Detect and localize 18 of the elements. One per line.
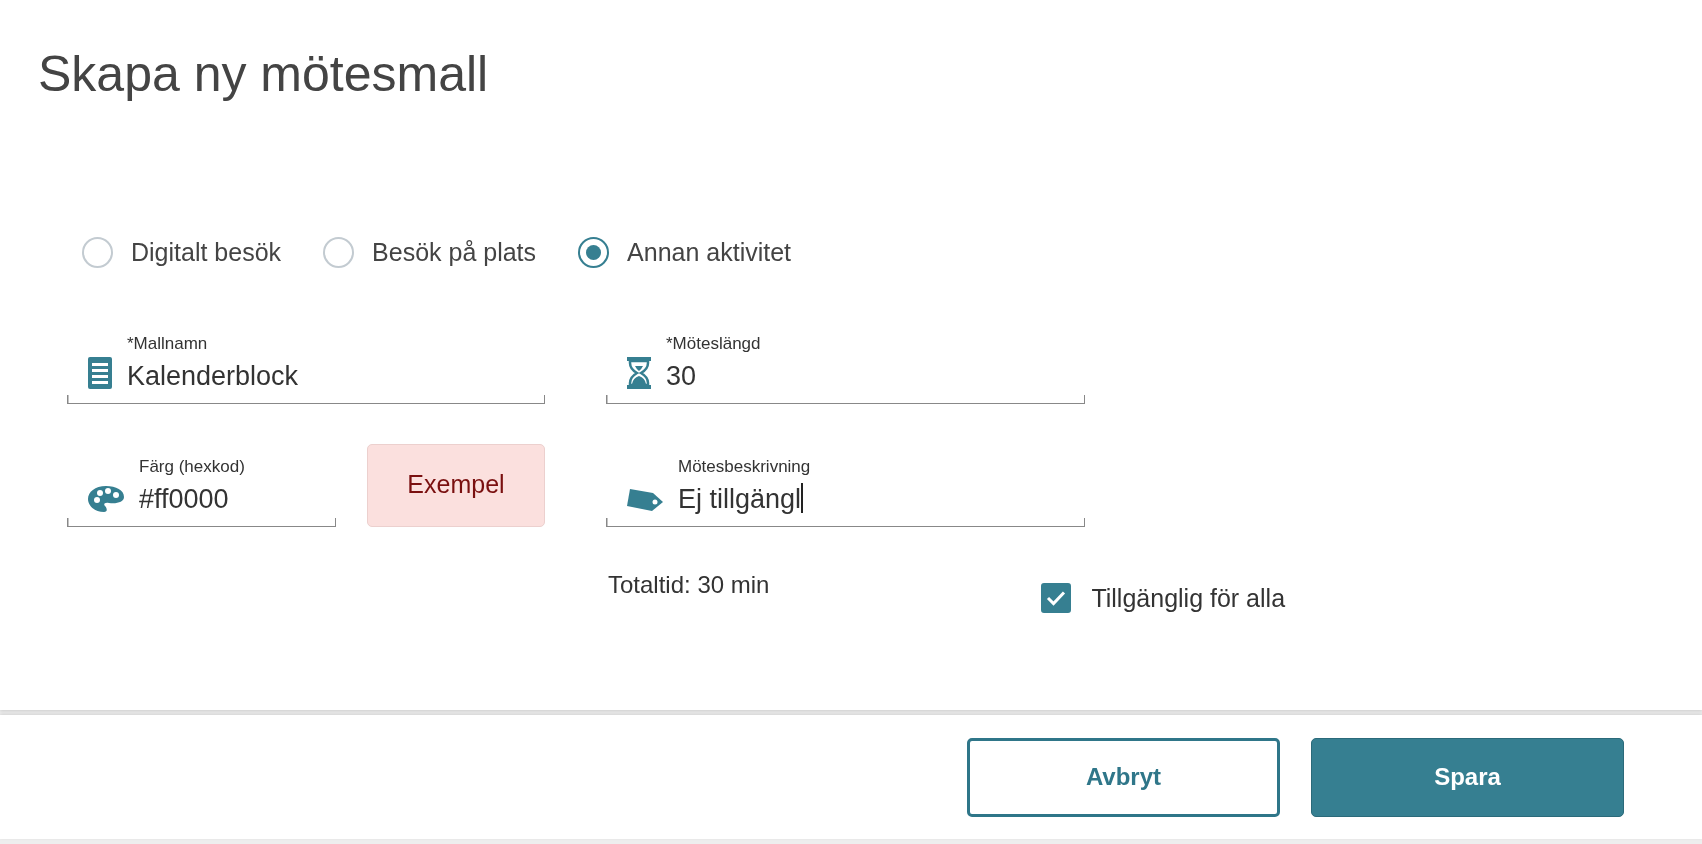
- total-time-text: Totaltid: 30 min: [608, 569, 770, 600]
- radio-option[interactable]: Digitalt besök: [82, 234, 282, 272]
- field-label: Färg (hexkod): [139, 455, 245, 478]
- save-button[interactable]: Spara: [1311, 737, 1624, 817]
- available-checkbox[interactable]: Tillgänglig för alla: [1041, 579, 1286, 617]
- tag-icon: [627, 488, 663, 511]
- hourglass-icon: [627, 356, 651, 389]
- radio-option[interactable]: Annan aktivitet: [578, 234, 792, 272]
- radio-option[interactable]: Besök på plats: [323, 234, 537, 272]
- field-label: *Möteslängd: [666, 332, 761, 355]
- color-preview: Exempel: [367, 443, 545, 527]
- document-icon: [88, 356, 112, 389]
- field-label: Mötesbeskrivning: [678, 455, 811, 478]
- page-title: Skapa ny mötesmall: [38, 45, 490, 104]
- check-icon: [1046, 590, 1067, 607]
- cancel-button[interactable]: Avbryt: [967, 737, 1280, 817]
- palette-icon: [88, 485, 124, 512]
- field-label: *Mallnamn: [127, 332, 209, 355]
